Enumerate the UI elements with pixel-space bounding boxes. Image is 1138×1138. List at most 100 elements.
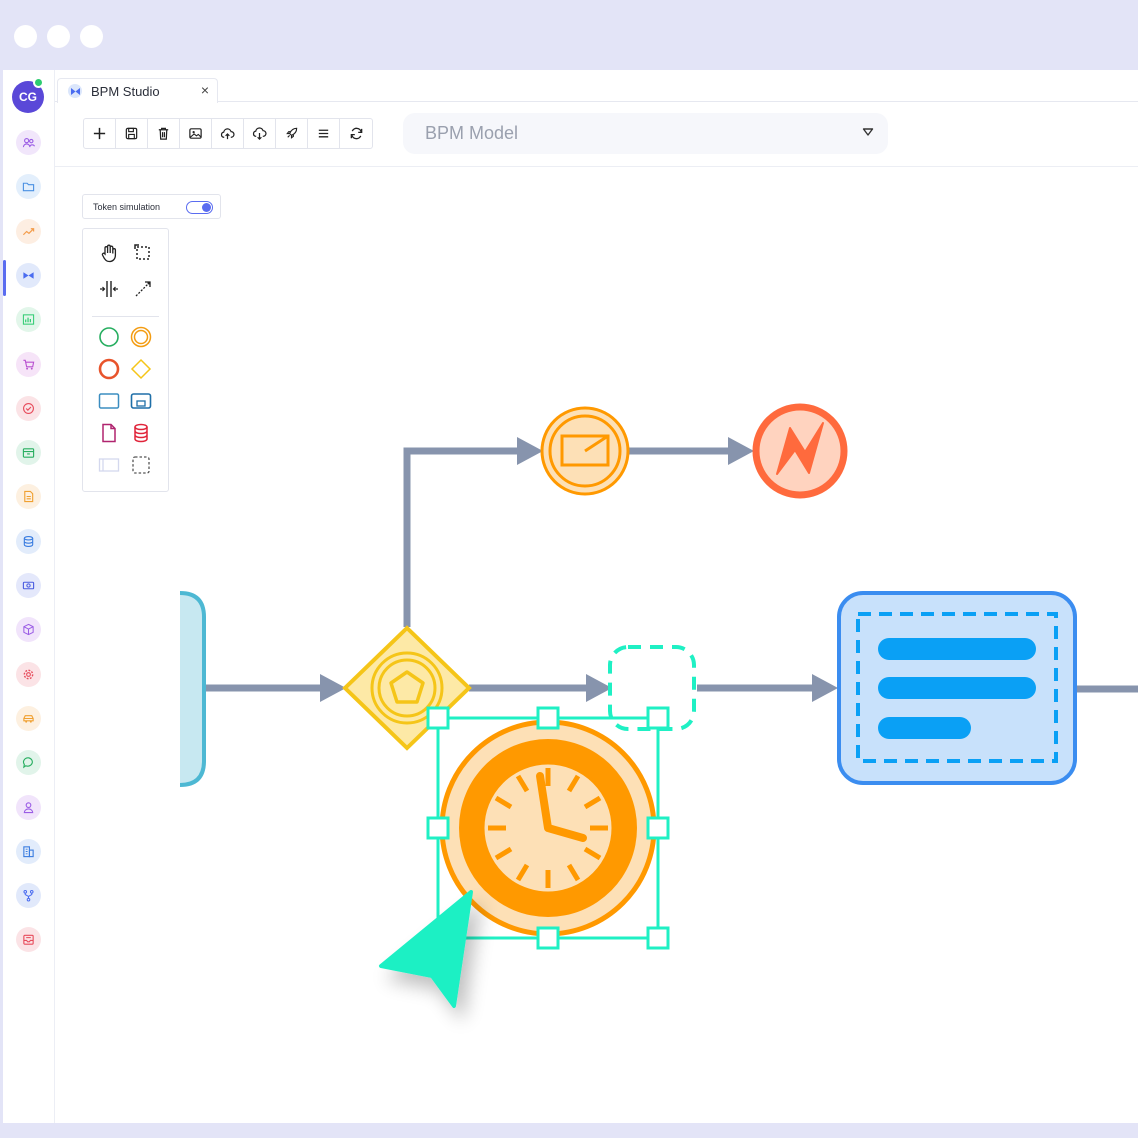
chevron-down-icon bbox=[862, 128, 874, 136]
resize-handle[interactable] bbox=[646, 706, 670, 730]
start-event-tool[interactable] bbox=[97, 325, 121, 349]
close-icon[interactable]: × bbox=[201, 82, 209, 98]
window-dot[interactable] bbox=[14, 25, 37, 48]
resize-handle[interactable] bbox=[536, 706, 560, 730]
subprocess-task[interactable] bbox=[837, 591, 1077, 785]
start-lane-shape[interactable] bbox=[179, 591, 206, 787]
model-select-value: BPM Model bbox=[425, 123, 519, 143]
tab-bpm-studio[interactable]: BPM Studio × bbox=[57, 78, 218, 103]
sidebar-item-money[interactable] bbox=[16, 573, 41, 598]
token-simulation-panel: Token simulation bbox=[82, 194, 221, 219]
space-tool[interactable] bbox=[97, 277, 121, 301]
sidebar-item-users[interactable] bbox=[16, 130, 41, 155]
window-dot[interactable] bbox=[80, 25, 103, 48]
toolbar-divider bbox=[55, 166, 1138, 167]
toggle-knob bbox=[202, 203, 211, 212]
sidebar-item-bpm[interactable] bbox=[16, 262, 41, 288]
model-select[interactable]: BPM Model bbox=[403, 113, 888, 154]
hand-tool[interactable] bbox=[97, 241, 121, 265]
palette-divider bbox=[92, 316, 159, 317]
resize-handle[interactable] bbox=[426, 706, 450, 730]
fork-icon bbox=[23, 890, 34, 902]
avatar-initials: CG bbox=[19, 90, 37, 104]
users-icon bbox=[22, 138, 35, 148]
lasso-tool[interactable] bbox=[131, 241, 155, 265]
sidebar-item-check[interactable] bbox=[16, 395, 41, 421]
window-bottom-edge bbox=[0, 1123, 1138, 1138]
sidebar-item-inbox[interactable] bbox=[16, 927, 41, 953]
sidebar-item-chat[interactable] bbox=[16, 750, 41, 776]
data-store-tool[interactable] bbox=[129, 421, 153, 445]
menu-button[interactable] bbox=[308, 119, 340, 148]
add-button[interactable] bbox=[84, 119, 116, 148]
intermediate-event-icon bbox=[130, 326, 152, 348]
hand-icon bbox=[101, 244, 117, 263]
chat-icon bbox=[23, 757, 33, 769]
resize-handle[interactable] bbox=[646, 926, 670, 950]
cloud-upload-icon bbox=[220, 128, 235, 140]
data-object-icon bbox=[102, 423, 116, 443]
token-simulation-toggle[interactable] bbox=[186, 201, 213, 214]
resize-handle[interactable] bbox=[426, 816, 450, 840]
sidebar-item-box[interactable] bbox=[16, 440, 41, 466]
start-event-icon bbox=[99, 327, 119, 347]
connect-tool[interactable] bbox=[131, 277, 155, 301]
timer-intermediate-event[interactable] bbox=[439, 719, 657, 937]
cart-icon bbox=[23, 359, 35, 370]
gear-icon bbox=[23, 669, 34, 679]
gateway-tool[interactable] bbox=[129, 357, 153, 381]
folder-icon bbox=[22, 182, 35, 192]
sidebar-item-database[interactable] bbox=[16, 528, 41, 554]
subprocess-tool[interactable] bbox=[129, 389, 153, 413]
document-icon bbox=[24, 491, 34, 503]
sidebar-active-indicator bbox=[3, 260, 6, 296]
sidebar-item-car[interactable] bbox=[16, 705, 41, 731]
tab-label: BPM Studio bbox=[91, 83, 160, 99]
sidebar-item-cart[interactable] bbox=[16, 351, 41, 377]
refresh-button[interactable] bbox=[340, 119, 372, 148]
upload-button[interactable] bbox=[212, 119, 244, 148]
sidebar-item-document[interactable] bbox=[16, 484, 41, 510]
online-status-icon bbox=[33, 77, 44, 88]
image-icon bbox=[189, 128, 202, 139]
delete-button[interactable] bbox=[148, 119, 180, 148]
box-icon bbox=[22, 448, 35, 458]
end-event-tool[interactable] bbox=[97, 357, 121, 381]
intermediate-event-tool[interactable] bbox=[129, 325, 153, 349]
space-icon bbox=[100, 281, 118, 297]
window-dot[interactable] bbox=[47, 25, 70, 48]
image-button[interactable] bbox=[180, 119, 212, 148]
sidebar-item-gear[interactable] bbox=[16, 661, 41, 687]
error-end-event[interactable] bbox=[752, 403, 848, 499]
sidebar-item-fork[interactable] bbox=[16, 883, 41, 909]
toolbar bbox=[83, 118, 373, 149]
subprocess-icon bbox=[130, 393, 152, 409]
deploy-button[interactable] bbox=[276, 119, 308, 148]
bpm-icon bbox=[68, 84, 82, 98]
car-icon bbox=[23, 715, 34, 723]
data-store-icon bbox=[134, 423, 148, 443]
sidebar-item-chart[interactable] bbox=[16, 307, 41, 333]
message-intermediate-event[interactable] bbox=[540, 406, 630, 496]
pool-tool[interactable] bbox=[97, 453, 121, 477]
sidebar-item-building[interactable] bbox=[16, 838, 41, 864]
bpm-icon bbox=[23, 272, 34, 279]
group-tool[interactable] bbox=[129, 453, 153, 477]
trend-icon bbox=[22, 227, 35, 235]
sidebar-item-cube[interactable] bbox=[16, 617, 41, 643]
resize-handle[interactable] bbox=[536, 926, 560, 950]
end-event-icon bbox=[98, 358, 120, 380]
task-tool[interactable] bbox=[97, 389, 121, 413]
database-icon bbox=[23, 535, 34, 547]
sidebar-item-folder[interactable] bbox=[16, 174, 41, 200]
check-icon bbox=[23, 402, 34, 414]
group-icon bbox=[132, 456, 150, 474]
cube-icon bbox=[23, 624, 34, 636]
sidebar-item-trend[interactable] bbox=[16, 218, 41, 244]
save-button[interactable] bbox=[116, 119, 148, 148]
sidebar-item-person[interactable] bbox=[16, 794, 41, 820]
chart-icon bbox=[22, 314, 35, 325]
data-object-tool[interactable] bbox=[97, 421, 121, 445]
resize-handle[interactable] bbox=[646, 816, 670, 840]
download-button[interactable] bbox=[244, 119, 276, 148]
